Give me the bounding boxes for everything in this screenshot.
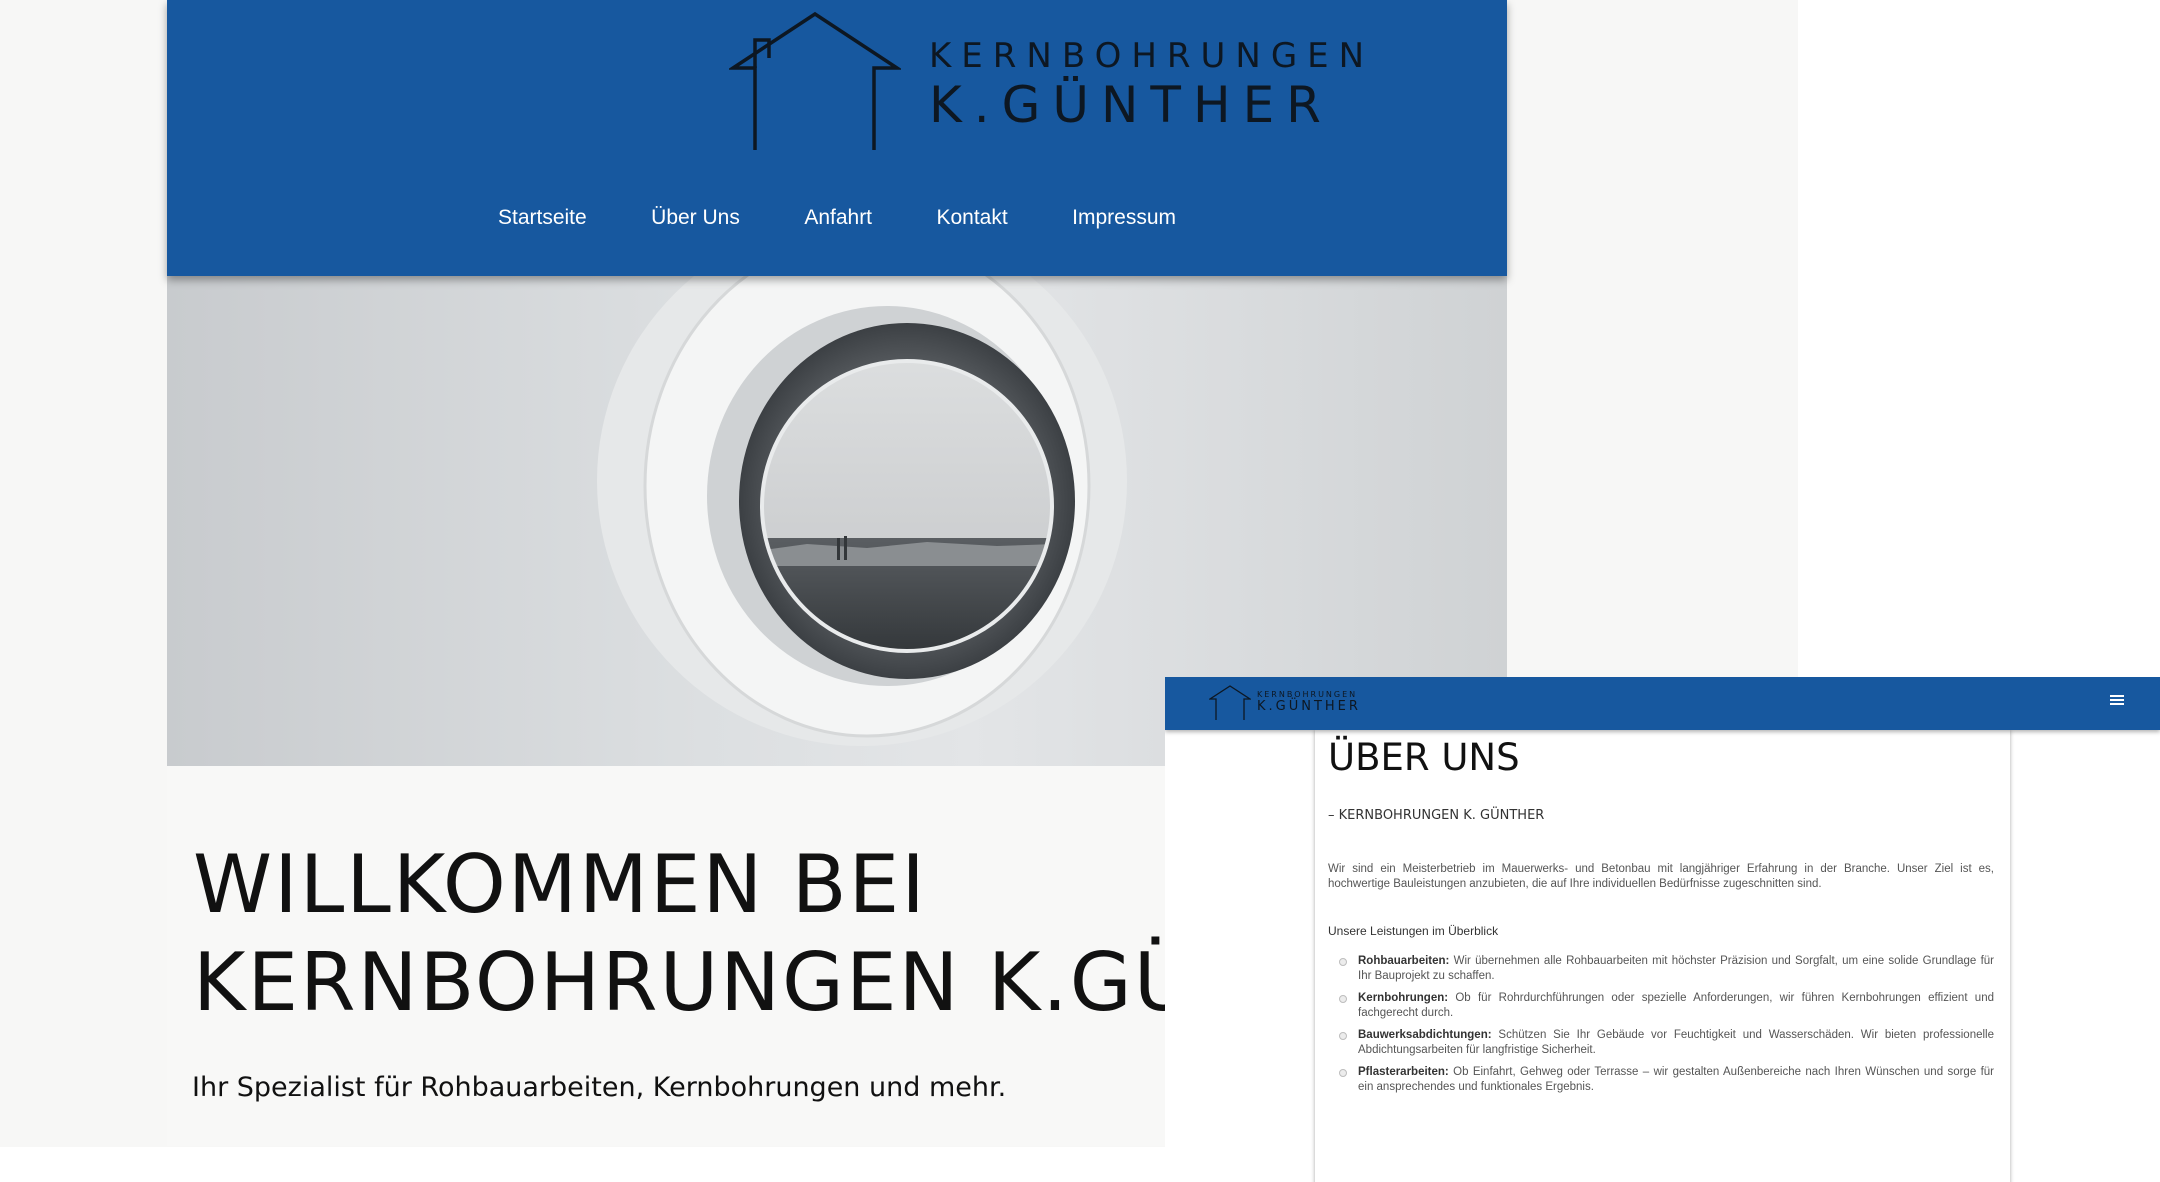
bullet-icon — [1339, 1032, 1347, 1040]
about-intro: Wir sind ein Meisterbetrieb im Mauerwerk… — [1328, 863, 1994, 890]
nav-anfahrt[interactable]: Anfahrt — [804, 206, 872, 230]
main-navigation: Startseite Über Uns Anfahrt Kontakt Impr… — [167, 206, 1507, 242]
welcome-heading-line1: WILLKOMMEN BEI — [193, 838, 927, 931]
about-kicker: – KERNBOHRUNGEN K. GÜNTHER — [1328, 808, 1545, 823]
services-heading: Unsere Leistungen im Überblick — [1328, 924, 1499, 938]
about-heading: ÜBER UNS — [1328, 736, 1520, 779]
mobile-header: KERNBOHRUNGEN K.GÜNTHER — [1165, 677, 2160, 730]
blank-area — [0, 1147, 1165, 1182]
logo-text-line2[interactable]: K.GÜNTHER — [1257, 699, 1361, 714]
list-item: Kernbohrungen: Ob für Rohrdurchführungen… — [1328, 991, 1994, 1021]
bullet-icon — [1339, 958, 1347, 966]
welcome-heading: WILLKOMMEN BEI KERNBOHRUNGEN K.GÜN — [193, 836, 1256, 1032]
logo-text-line1[interactable]: KERNBOHRUNGEN — [1257, 690, 1357, 699]
list-item: Rohbauarbeiten: Wir übernehmen alle Rohb… — [1328, 954, 1994, 984]
welcome-heading-line2: KERNBOHRUNGEN K.GÜN — [193, 936, 1257, 1029]
about-card: ÜBER UNS – KERNBOHRUNGEN K. GÜNTHER Wir … — [1315, 730, 2010, 1182]
nav-kontakt[interactable]: Kontakt — [936, 206, 1007, 230]
services-list: Rohbauarbeiten: Wir übernehmen alle Rohb… — [1328, 954, 1994, 1102]
logo-text-line1[interactable]: KERNBOHRUNGEN — [929, 36, 1374, 76]
hamburger-icon[interactable] — [2110, 695, 2124, 709]
list-item: Bauwerksabdichtungen: Schützen Sie Ihr G… — [1328, 1028, 1994, 1058]
list-item: Pflasterarbeiten: Ob Einfahrt, Gehweg od… — [1328, 1065, 1994, 1095]
bullet-icon — [1339, 1069, 1347, 1077]
nav-impressum[interactable]: Impressum — [1072, 206, 1176, 230]
logo-text-line2[interactable]: K.GÜNTHER — [929, 76, 1333, 134]
house-logo-icon[interactable] — [1209, 684, 1251, 720]
welcome-subtitle: Ihr Spezialist für Rohbauarbeiten, Kernb… — [192, 1072, 1007, 1103]
nav-startseite[interactable]: Startseite — [498, 206, 587, 230]
about-page-screenshot: KERNBOHRUNGEN K.GÜNTHER ÜBER UNS – KERNB… — [1165, 677, 2160, 1182]
site-header: KERNBOHRUNGEN K.GÜNTHER Startseite Über … — [167, 0, 1507, 276]
nav-ueber-uns[interactable]: Über Uns — [651, 206, 740, 230]
house-logo-icon[interactable] — [729, 10, 901, 150]
bullet-icon — [1339, 995, 1347, 1003]
